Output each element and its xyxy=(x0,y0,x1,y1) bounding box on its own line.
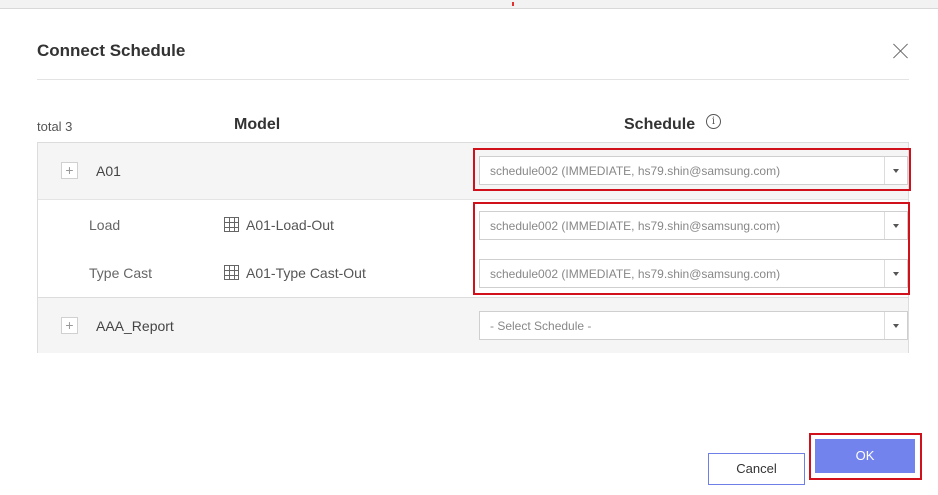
model-name-type-cast: A01-Type Cast-Out xyxy=(246,265,366,281)
total-count: total 3 xyxy=(37,119,73,134)
expand-a01-button[interactable]: + xyxy=(61,162,78,179)
connect-schedule-dialog: Connect Schedule total 3 Model Schedule … xyxy=(6,9,932,495)
table-grid-icon xyxy=(224,217,239,232)
table-row-a01: + A01 schedule002 (IMMEDIATE, hs79.shin@… xyxy=(38,143,908,200)
background-red-mark xyxy=(512,2,514,6)
schedule-select-value: schedule002 (IMMEDIATE, hs79.shin@samsun… xyxy=(490,267,781,281)
expand-aaa-report-button[interactable]: + xyxy=(61,317,78,334)
column-header-schedule: Schedule xyxy=(624,116,696,133)
chevron-down-icon xyxy=(884,212,907,239)
schedule-table: + A01 schedule002 (IMMEDIATE, hs79.shin@… xyxy=(37,142,909,353)
table-row-load: Load A01-Load-Out schedule002 (IMMEDIATE… xyxy=(38,200,908,250)
schedule-select-value: schedule002 (IMMEDIATE, hs79.shin@samsun… xyxy=(490,219,781,233)
info-icon[interactable]: i xyxy=(706,114,721,129)
table-row-type-cast: Type Cast A01-Type Cast-Out schedule002 … xyxy=(38,248,908,298)
schedule-select-a01[interactable]: schedule002 (IMMEDIATE, hs79.shin@samsun… xyxy=(479,156,908,185)
chevron-down-icon xyxy=(884,157,907,184)
row-name-type-cast: Type Cast xyxy=(89,265,153,281)
schedule-select-placeholder: - Select Schedule - xyxy=(490,319,592,333)
schedule-select-value: schedule002 (IMMEDIATE, hs79.shin@samsun… xyxy=(490,164,781,178)
ok-button[interactable]: OK xyxy=(815,439,915,473)
chevron-down-icon xyxy=(884,260,907,287)
column-header-model: Model xyxy=(234,116,281,133)
background-app-strip xyxy=(0,0,938,9)
row-name-a01: A01 xyxy=(96,163,121,179)
dialog-title: Connect Schedule xyxy=(37,41,186,60)
title-divider xyxy=(37,79,909,80)
schedule-select-load[interactable]: schedule002 (IMMEDIATE, hs79.shin@samsun… xyxy=(479,211,908,240)
schedule-select-aaa-report[interactable]: - Select Schedule - xyxy=(479,311,908,340)
model-name-load: A01-Load-Out xyxy=(246,217,334,233)
row-name-load: Load xyxy=(89,217,121,233)
table-row-aaa-report: + AAA_Report - Select Schedule - xyxy=(38,297,908,353)
close-icon[interactable] xyxy=(889,39,913,63)
chevron-down-icon xyxy=(884,312,907,339)
cancel-button[interactable]: Cancel xyxy=(708,453,805,485)
row-name-aaa-report: AAA_Report xyxy=(96,318,174,334)
table-grid-icon xyxy=(224,265,239,280)
schedule-select-type-cast[interactable]: schedule002 (IMMEDIATE, hs79.shin@samsun… xyxy=(479,259,908,288)
